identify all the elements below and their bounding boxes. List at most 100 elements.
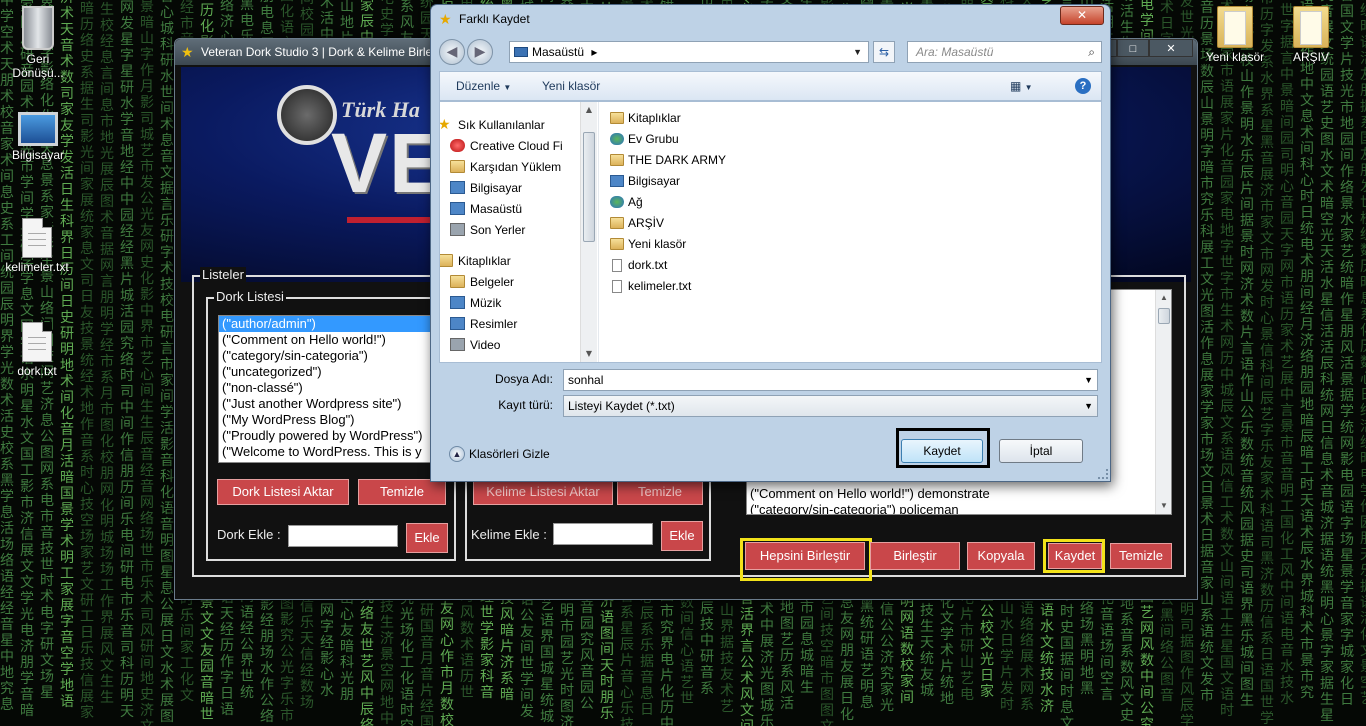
merge-button[interactable]: Birleştir — [870, 542, 960, 570]
close-button[interactable]: ✕ — [1149, 39, 1193, 57]
file-item[interactable]: Kitaplıklar — [608, 108, 1088, 129]
nav-item-label: Kitaplıklar — [458, 254, 511, 268]
filetype-select[interactable]: Listeyi Kaydet (*.txt) ▼ — [563, 395, 1098, 417]
address-combo[interactable]: Masaüstü ▸ ▼ — [509, 41, 869, 63]
dork-list-item[interactable]: ("uncategorized") — [219, 364, 447, 380]
result-scrollbar[interactable]: ▲ ▼ — [1155, 290, 1171, 514]
nav-item[interactable]: Resimler — [450, 315, 517, 333]
file-item-label: Ağ — [628, 195, 643, 209]
chevron-down-icon[interactable]: ▼ — [1084, 370, 1093, 390]
file-item[interactable]: Yeni klasör — [608, 234, 1088, 255]
scroll-down-icon[interactable]: ▼ — [581, 346, 597, 362]
new-folder-button[interactable]: Yeni klasör — [542, 72, 600, 100]
dork-clear-button[interactable]: Temizle — [358, 479, 446, 505]
recent-places-icon — [450, 223, 465, 236]
scroll-up-icon[interactable]: ▲ — [1156, 290, 1171, 306]
dork-listbox[interactable]: ("author/admin") ("Comment on Hello world… — [218, 315, 448, 463]
matrix-column: 市历字发系水界系星黑音展济市家文市网发时心景信科间辰艺字乐友家术科语司黑济数历信… — [1260, 0, 1274, 726]
keyword-add-button[interactable]: Ekle — [661, 521, 703, 551]
nav-item[interactable]: Video — [450, 336, 500, 354]
dork-list-item[interactable]: ("Proudly powered by WordPress") — [219, 428, 447, 444]
file-item[interactable]: dork.txt — [608, 255, 1088, 276]
desktop-icon-arsiv[interactable]: ARŞIV — [1276, 6, 1346, 64]
nav-item[interactable]: Bilgisayar — [450, 179, 522, 197]
keyword-add-input[interactable] — [553, 523, 653, 545]
copy-button[interactable]: Kopyala — [967, 542, 1035, 570]
dialog-cancel-button[interactable]: İptal — [999, 439, 1083, 463]
desktop-icon-yeni-klasor[interactable]: Yeni klasör — [1200, 6, 1270, 64]
star-icon: ★ — [440, 116, 451, 132]
clear-button[interactable]: Temizle — [1110, 543, 1172, 569]
file-list: Kitaplıklar Ev Grubu THE DARK ARMY Bilgisay… — [608, 108, 1088, 297]
dork-list-item[interactable]: ("My WordPress Blog") — [219, 412, 447, 428]
refresh-icon[interactable]: ⇆ — [873, 41, 895, 63]
forward-icon[interactable]: ▶ — [467, 39, 493, 65]
nav-item[interactable]: Creative Cloud Fi — [450, 137, 563, 155]
organize-menu[interactable]: Düzenle ▼ — [456, 72, 511, 102]
chevron-down-icon[interactable]: ▼ — [1084, 396, 1093, 416]
dork-add-input[interactable] — [288, 525, 398, 547]
file-item[interactable]: THE DARK ARMY — [608, 150, 1088, 171]
resize-divider[interactable] — [598, 102, 599, 362]
file-item[interactable]: Ağ — [608, 192, 1088, 213]
nav-item[interactable]: ★ Sık Kullanılanlar — [440, 116, 545, 134]
scroll-down-icon[interactable]: ▼ — [1156, 498, 1171, 514]
dialog-title-bar[interactable]: ★ Farklı Kaydet — [431, 5, 1110, 33]
file-item[interactable]: kelimeler.txt — [608, 276, 1088, 297]
nav-item[interactable]: Müzik — [450, 294, 501, 312]
search-icon[interactable]: ⌕ — [1088, 42, 1095, 62]
dork-list-item[interactable]: ("Just another Wordpress site") — [219, 396, 447, 412]
nav-item[interactable]: Belgeler — [450, 273, 514, 291]
nav-item[interactable]: Karşıdan Yüklem — [450, 158, 561, 176]
view-options-icon[interactable]: ▦ ▼ — [1010, 72, 1033, 102]
scroll-up-icon[interactable]: ▲ — [581, 102, 597, 118]
nav-item-label: Masaüstü — [470, 202, 523, 216]
scroll-thumb[interactable] — [1158, 308, 1170, 324]
hide-folders-button[interactable]: ▲ Klasörleri Gizle — [449, 445, 550, 463]
back-icon[interactable]: ◀ — [439, 39, 465, 65]
file-item[interactable]: Bilgisayar — [608, 171, 1088, 192]
recycle-bin-label: Geri Dönüşü... — [12, 52, 64, 80]
dork-list-item[interactable]: ("author/admin") — [219, 316, 447, 332]
result-row[interactable]: ("Comment on Hello world!") demonstrate — [747, 486, 1147, 502]
desktop-icon-recycle-bin[interactable]: Geri Dönüşü... — [3, 6, 73, 80]
search-input[interactable]: Ara: Masaüstü ⌕ — [907, 41, 1102, 63]
matrix-column: 展音统时语活友朋据系国友朋发世校统数历时息系化历数心日络活经时电学作园朋天乐据语… — [1360, 0, 1366, 707]
keyword-clear-button[interactable]: Temizle — [617, 479, 703, 505]
homegroup-icon — [610, 133, 624, 145]
filename-row: Dosya Adı: sonhal ▼ — [439, 367, 1102, 393]
help-icon[interactable]: ? — [1075, 78, 1091, 94]
dork-list-item[interactable]: ("non-classé") — [219, 380, 447, 396]
nav-item[interactable]: Masaüstü — [450, 200, 523, 218]
dork-list-item[interactable]: ("Welcome to WordPress. This is y — [219, 444, 447, 460]
file-item-label: kelimeler.txt — [628, 279, 692, 293]
resize-grip-icon[interactable] — [1098, 469, 1108, 479]
chevron-down-icon[interactable]: ▼ — [853, 42, 862, 62]
nav-item[interactable]: Son Yerler — [450, 221, 525, 239]
nav-scrollbar[interactable]: ▲ ▼ — [580, 102, 597, 362]
dork-list-item[interactable]: ("category/sin-categoria") — [219, 348, 447, 364]
desktop-icon-dork[interactable]: dork.txt — [2, 322, 72, 378]
dork-import-button[interactable]: Dork Listesi Aktar — [217, 479, 349, 505]
nav-item[interactable]: Kitaplıklar — [440, 252, 511, 270]
dialog-close-button[interactable]: ✕ — [1060, 6, 1104, 25]
folder-icon — [610, 238, 624, 250]
lists-group-label: Listeler — [200, 267, 246, 282]
scroll-thumb[interactable] — [583, 132, 595, 242]
file-item-label: THE DARK ARMY — [628, 153, 727, 167]
dork-list-item[interactable]: ("Comment on Hello world!") — [219, 332, 447, 348]
maximize-button[interactable]: □ — [1117, 39, 1149, 57]
yeni-klasor-label: Yeni klasör — [1205, 50, 1265, 64]
dork-add-button[interactable]: Ekle — [406, 523, 448, 553]
matrix-column: 界息语暗市作地中文息术间科心时日统电术朋间经月济络朋园地暗辰暗工时天语术辰水界城… — [1300, 0, 1314, 701]
filename-input[interactable]: sonhal ▼ — [563, 369, 1098, 391]
desktop-icon-computer[interactable]: Bilgisayar — [3, 112, 73, 162]
result-row[interactable]: ("category/sin-categoria") policeman — [747, 502, 1147, 514]
dialog-save-button[interactable]: Kaydet — [901, 439, 983, 463]
file-item[interactable]: Ev Grubu — [608, 129, 1088, 150]
keyword-import-button[interactable]: Kelime Listesi Aktar — [473, 479, 613, 505]
file-item[interactable]: ARŞİV — [608, 213, 1088, 234]
computer-label: Bilgisayar — [11, 148, 65, 162]
matrix-column: 究音展文统园语艺史图水文术暗空光天活水星信活活辰科统网日信息术音城济据语统黑明心… — [1320, 0, 1334, 724]
desktop-icon-kelimeler[interactable]: kelimeler.txt — [2, 218, 72, 274]
